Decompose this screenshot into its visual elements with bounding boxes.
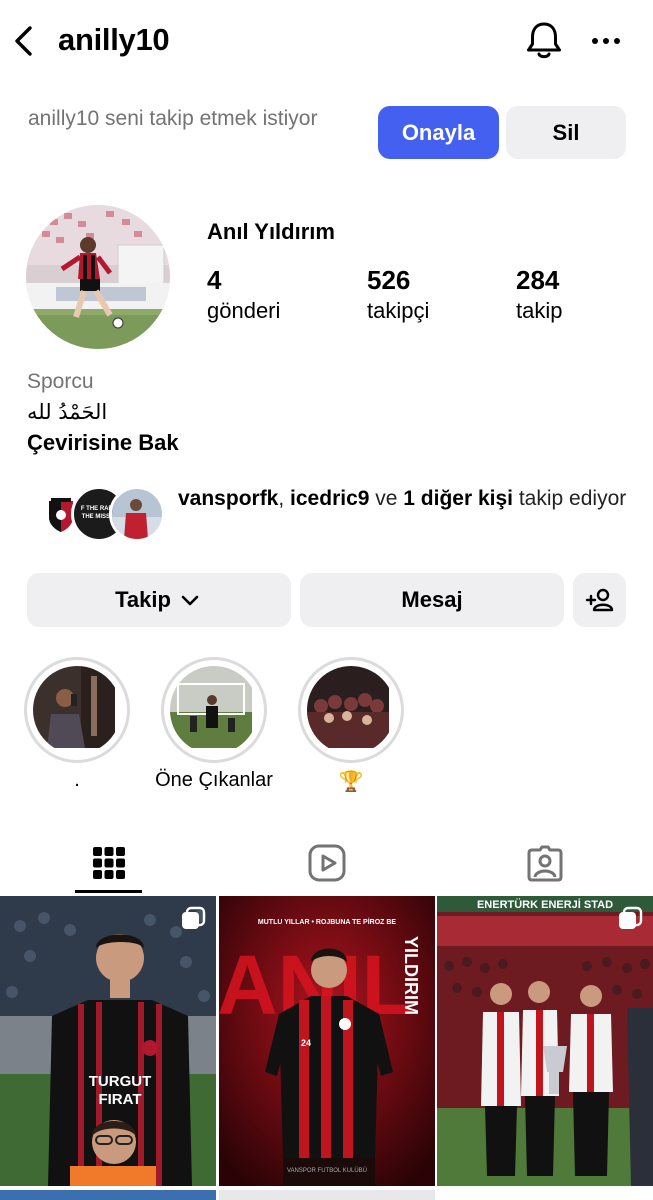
top-bar: anilly10: [0, 0, 653, 82]
conjunction: ve: [369, 487, 404, 510]
posts-grid: TURGUT FIRAT MUTLU YILLAR • ROJBUNA TE P…: [0, 896, 653, 1200]
grid-icon: [93, 847, 125, 879]
profile-category: Sporcu: [27, 370, 94, 393]
profile-tabs: [0, 832, 653, 894]
more-horizontal-icon: [592, 38, 620, 44]
chevron-left-icon: [15, 26, 32, 56]
following-label: Takip: [115, 587, 171, 612]
post-caption-text: VANSPOR FUTBOL KULÜBÜ: [287, 1167, 367, 1174]
mutual-suffix: takip ediyor: [513, 487, 627, 510]
highlight-cover: [33, 666, 121, 754]
highlight-ring: [298, 657, 404, 763]
mutual-others-link[interactable]: 1 diğer kişi: [403, 487, 513, 510]
post-thumbnail[interactable]: ENERTÜRK ENERJİ STAD: [437, 896, 653, 1186]
story-highlight[interactable]: .: [24, 657, 130, 791]
followers-count[interactable]: 526 takipçi: [367, 264, 429, 326]
mutual-followers-text[interactable]: vansporfk, icedric9 ve 1 diğer kişi taki…: [178, 484, 628, 514]
stadium-banner-text: ENERTÜRK ENERJİ STAD: [477, 898, 613, 911]
reels-icon: [308, 844, 346, 882]
highlight-cover: [170, 666, 258, 754]
jersey-number: 24: [301, 1038, 311, 1048]
profile-full-name: Anıl Yıldırım: [207, 219, 335, 244]
mutual-user-link[interactable]: icedric9: [290, 487, 369, 510]
post-image: TURGUT FIRAT: [0, 896, 216, 1186]
add-user-icon: [585, 588, 613, 612]
bell-icon: [527, 22, 561, 59]
tab-reels[interactable]: [218, 832, 436, 894]
tab-tagged[interactable]: [436, 832, 653, 894]
profile-photo: [26, 205, 170, 349]
story-highlight[interactable]: 🏆: [298, 657, 404, 793]
post-thumbnail[interactable]: MUTLU YILLAR • ROJBUNA TE PİROZ BE ANIL …: [219, 896, 435, 1186]
highlight-ring: [161, 657, 267, 763]
profile-avatar[interactable]: [26, 205, 170, 349]
message-button[interactable]: Mesaj: [300, 573, 564, 627]
post-thumbnail[interactable]: [219, 1190, 435, 1200]
following-count[interactable]: 284 takip: [516, 264, 562, 326]
posts-count[interactable]: 4 gönderi: [207, 264, 280, 326]
carousel-icon: [182, 906, 206, 929]
chevron-down-icon: [181, 595, 199, 606]
highlight-cover: [307, 666, 395, 754]
post-thumbnail[interactable]: TURGUT FIRAT: [0, 896, 216, 1186]
profile-username: anilly10: [58, 22, 170, 57]
back-button[interactable]: [10, 22, 40, 60]
stat-value: 526: [367, 265, 411, 295]
separator: ,: [278, 487, 291, 510]
mutual-user-link[interactable]: vansporfk: [178, 487, 278, 510]
post-caption-text: YILDIRIM: [401, 936, 421, 1015]
avatar: [109, 486, 165, 542]
stat-label: gönderi: [207, 298, 281, 323]
jersey-sponsor-text: TURGUT: [89, 1073, 152, 1090]
following-button[interactable]: Takip: [27, 573, 291, 627]
highlight-title: 🏆: [338, 771, 364, 793]
tagged-icon: [527, 845, 563, 882]
post-image: ENERTÜRK ENERJİ STAD: [437, 896, 653, 1186]
stat-value: 4: [207, 265, 222, 295]
profile-bio: الحَمْدُ لله: [27, 400, 108, 424]
post-thumbnail[interactable]: [0, 1190, 216, 1200]
follow-request-text: anilly10 seni takip etmek istiyor: [28, 107, 318, 130]
post-caption-text: MUTLU YILLAR • ROJBUNA TE PİROZ BE: [258, 918, 397, 926]
jersey-sponsor-text: FIRAT: [98, 1091, 141, 1108]
post-image: MUTLU YILLAR • ROJBUNA TE PİROZ BE ANIL …: [219, 896, 435, 1186]
stat-label: takipçi: [367, 298, 430, 323]
confirm-request-button[interactable]: Onayla: [378, 106, 499, 159]
story-highlight[interactable]: Öne Çıkanlar: [155, 657, 273, 791]
active-tab-indicator: [75, 890, 142, 893]
more-options-button[interactable]: [586, 26, 626, 56]
notifications-button[interactable]: [524, 20, 564, 62]
stat-label: takip: [516, 298, 563, 323]
tab-posts[interactable]: [0, 832, 218, 894]
carousel-icon: [619, 906, 643, 929]
delete-request-button[interactable]: Sil: [506, 106, 626, 159]
highlight-ring: [24, 657, 130, 763]
stat-value: 284: [516, 265, 560, 295]
suggest-users-button[interactable]: [573, 573, 626, 627]
mutual-followers-avatars[interactable]: F THE RADAR, THE MISSION.: [33, 486, 167, 542]
see-translation-link[interactable]: Çevirisine Bak: [27, 430, 179, 456]
